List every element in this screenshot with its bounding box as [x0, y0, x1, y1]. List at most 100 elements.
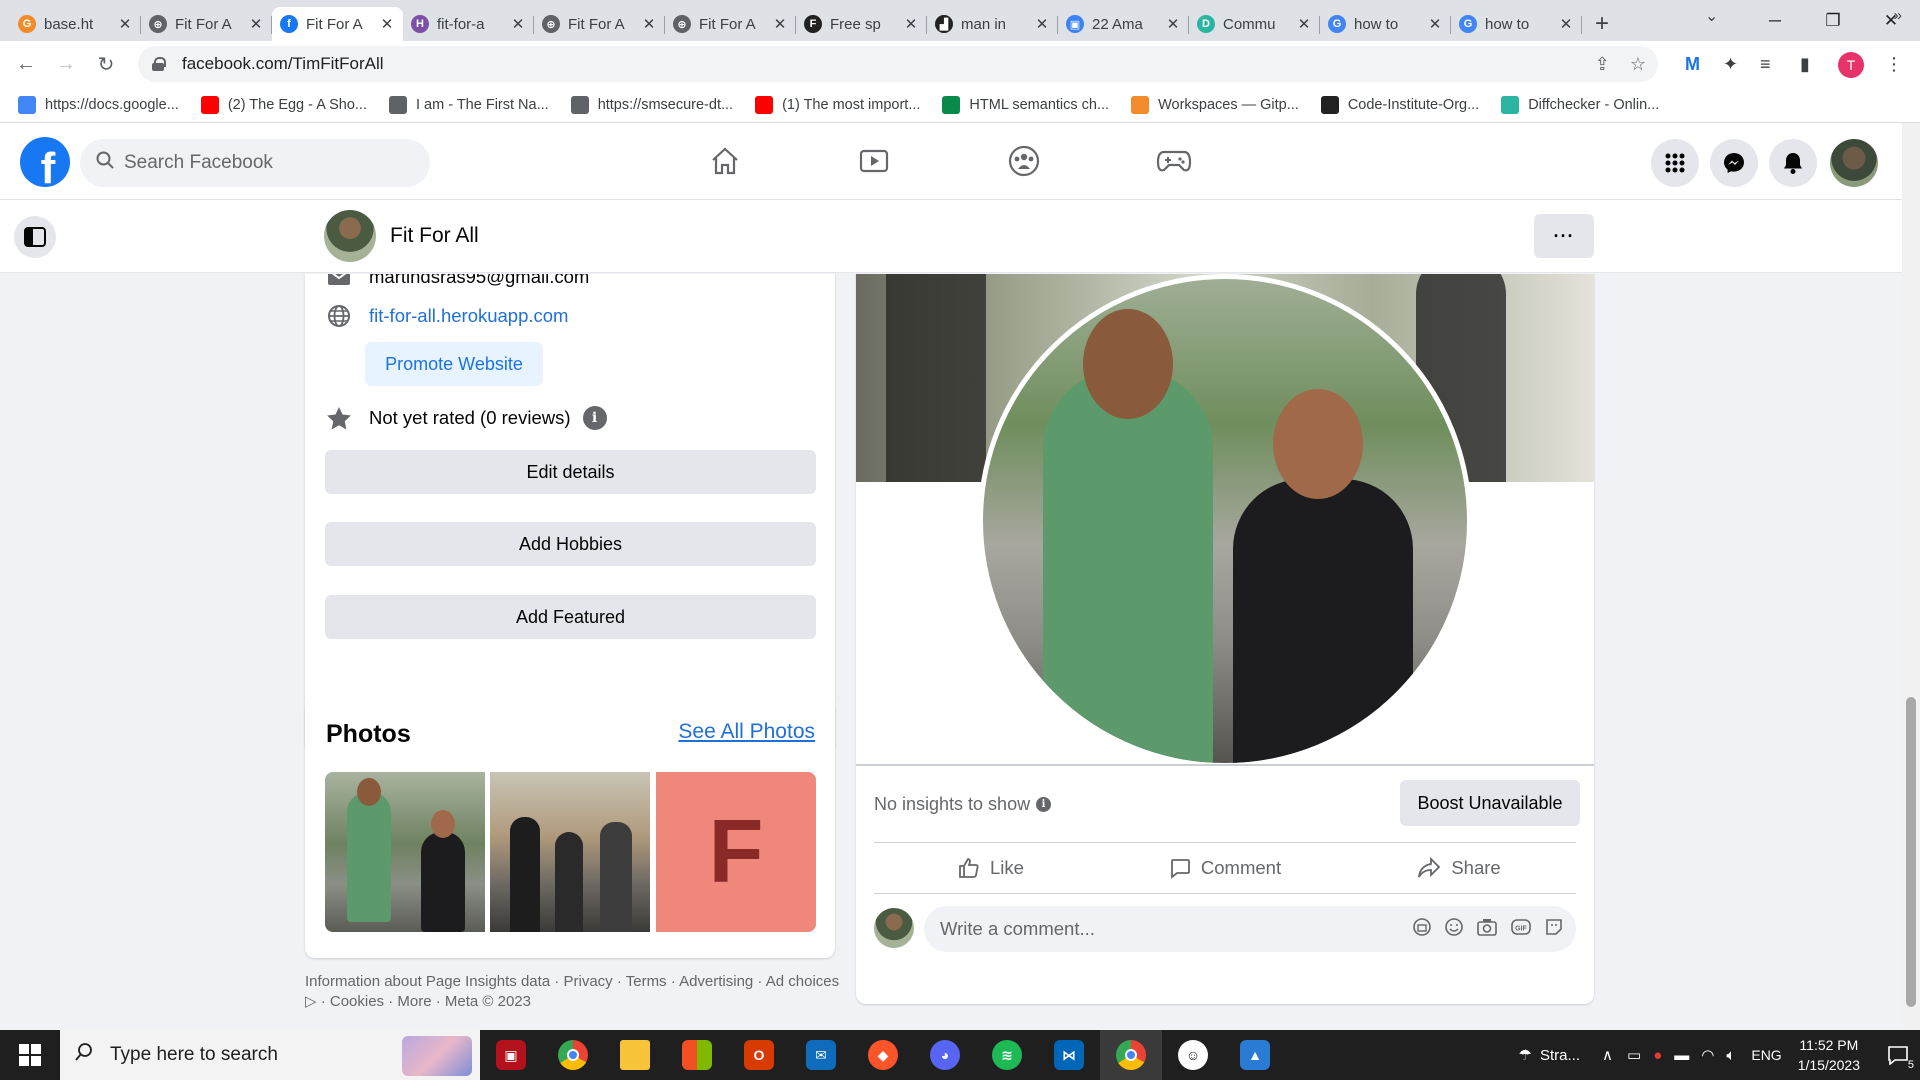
tab-close-icon[interactable]: ✕	[1034, 15, 1050, 33]
tab-close-icon[interactable]: ✕	[641, 15, 657, 33]
browser-tab[interactable]: f Fit For A ✕	[272, 7, 403, 41]
photo-thumbnail[interactable]	[325, 772, 485, 932]
bookmark-item[interactable]: https://smsecure-dt...	[570, 96, 733, 114]
tab-close-icon[interactable]: ✕	[117, 15, 133, 33]
maximize-button[interactable]: ❐	[1804, 0, 1862, 41]
bookmark-item[interactable]: HTML semantics ch...	[942, 96, 1109, 114]
browser-tab[interactable]: ⊕ Fit For A ✕	[665, 7, 796, 41]
taskbar-vscode-icon[interactable]: ⋈	[1038, 1030, 1100, 1080]
comment-button[interactable]: Comment	[1108, 843, 1342, 893]
page-scrollbar[interactable]	[1902, 123, 1920, 1030]
profile-photo[interactable]	[978, 274, 1472, 768]
emoji-icon[interactable]	[1444, 917, 1464, 942]
add-hobbies-button[interactable]: Add Hobbies	[325, 522, 816, 566]
sidebar-toggle-icon[interactable]	[14, 216, 56, 258]
bookmark-item[interactable]: Diffchecker - Onlin...	[1501, 96, 1659, 114]
extensions-puzzle-icon[interactable]: ✦	[1723, 41, 1738, 88]
taskbar-chrome-active-icon[interactable]	[1100, 1030, 1162, 1080]
avatar-sticker-icon[interactable]	[1412, 917, 1432, 942]
tab-close-icon[interactable]: ✕	[1427, 15, 1443, 33]
browser-tab[interactable]: D Commu ✕	[1189, 7, 1320, 41]
taskbar-spotify-icon[interactable]: ≋	[976, 1030, 1038, 1080]
browser-tab[interactable]: Gbase.ht ✕	[10, 7, 141, 41]
bookmark-item[interactable]: Workspaces — Gitp...	[1131, 96, 1299, 114]
clock[interactable]: 11:52 PM 1/15/2023	[1798, 1035, 1860, 1075]
gaming-icon[interactable]	[1150, 137, 1198, 185]
bookmarks-overflow-button[interactable]: »	[1894, 7, 1902, 24]
boost-unavailable-button[interactable]: Boost Unavailable	[1400, 780, 1580, 826]
photo-thumbnail[interactable]	[490, 772, 650, 932]
page-avatar[interactable]	[324, 210, 376, 262]
facebook-logo[interactable]: f	[20, 137, 70, 187]
battery-icon[interactable]: ▬	[1674, 1047, 1689, 1064]
tab-close-icon[interactable]: ✕	[903, 15, 919, 33]
more-options-button[interactable]: ···	[1534, 214, 1594, 258]
info-icon[interactable]: i	[1036, 796, 1052, 812]
taskbar-search-input[interactable]: Type here to search	[60, 1030, 480, 1080]
new-tab-button[interactable]: +	[1582, 7, 1622, 41]
commenter-avatar[interactable]	[874, 908, 914, 948]
tab-close-icon[interactable]: ✕	[1558, 15, 1574, 33]
forward-icon[interactable]: →	[46, 45, 86, 85]
language-indicator[interactable]: ENG	[1751, 1047, 1781, 1063]
share-icon[interactable]: ⇪	[1595, 54, 1610, 75]
address-bar[interactable]: facebook.com/TimFitForAll ⇪ ☆	[138, 46, 1658, 82]
back-icon[interactable]: ←	[6, 45, 46, 85]
promote-website-button[interactable]: Promote Website	[365, 342, 543, 386]
tray-app-icon-2[interactable]: ●	[1653, 1047, 1662, 1064]
bookmark-item[interactable]: (2) The Egg - A Sho...	[200, 96, 367, 114]
tab-close-icon[interactable]: ✕	[379, 15, 395, 33]
bookmark-item[interactable]: Code-Institute-Org...	[1320, 96, 1479, 114]
browser-tab[interactable]: ⊕ Fit For A ✕	[534, 7, 665, 41]
website-link[interactable]: fit-for-all.herokuapp.com	[369, 305, 568, 327]
sticker-icon[interactable]	[1544, 917, 1564, 942]
watch-icon[interactable]	[850, 137, 898, 185]
taskbar-office-icon[interactable]: O	[728, 1030, 790, 1080]
see-all-photos-link[interactable]: See All Photos	[678, 720, 815, 744]
photo-thumbnail[interactable]: F	[656, 772, 816, 932]
home-icon[interactable]	[701, 137, 749, 185]
taskbar-app-red[interactable]: ▣	[480, 1030, 542, 1080]
bookmark-item[interactable]: I am - The First Na...	[389, 96, 549, 114]
bookmark-item[interactable]: (1) The most import...	[755, 96, 920, 114]
taskbar-mail-icon[interactable]: ✉	[790, 1030, 852, 1080]
weather-text[interactable]: Stra...	[1540, 1047, 1580, 1064]
notifications-bell-icon[interactable]	[1769, 139, 1817, 187]
info-icon[interactable]: i	[582, 406, 607, 430]
tab-close-icon[interactable]: ✕	[1165, 15, 1181, 33]
gif-icon[interactable]: GIF	[1510, 917, 1532, 942]
taskbar-brave-icon[interactable]: ◆	[852, 1030, 914, 1080]
tray-app-icon[interactable]: ▭	[1627, 1046, 1641, 1064]
bookmark-item[interactable]: https://docs.google...	[18, 96, 179, 114]
comment-input[interactable]: Write a comment... GIF	[924, 906, 1576, 952]
tab-close-icon[interactable]: ✕	[248, 15, 264, 33]
messenger-icon[interactable]	[1710, 139, 1758, 187]
email-text[interactable]: martindsras95@gmail.com	[369, 274, 589, 288]
bookmark-star-icon[interactable]: ☆	[1630, 54, 1646, 75]
weather-icon[interactable]: ☂	[1519, 1046, 1532, 1064]
browser-tab[interactable]: ▟ man in ✕	[927, 7, 1058, 41]
facebook-search-input[interactable]: Search Facebook	[80, 139, 430, 187]
tab-search-icon[interactable]: ⌄	[1705, 6, 1718, 26]
tab-close-icon[interactable]: ✕	[772, 15, 788, 33]
reload-icon[interactable]: ↻	[86, 45, 126, 85]
volume-icon[interactable]: 🔈︎	[1726, 1047, 1735, 1064]
side-panel-icon[interactable]: ▮	[1800, 41, 1810, 88]
browser-tab[interactable]: ⊕ Fit For A ✕	[141, 7, 272, 41]
like-button[interactable]: Like	[874, 843, 1108, 893]
edit-details-button[interactable]: Edit details	[325, 450, 816, 494]
page-title[interactable]: Fit For All	[390, 224, 479, 248]
extension-m-icon[interactable]: M	[1685, 41, 1700, 88]
chrome-menu-icon[interactable]: ⋮	[1885, 41, 1903, 88]
taskbar-chrome-icon[interactable]	[542, 1030, 604, 1080]
tab-close-icon[interactable]: ✕	[510, 15, 526, 33]
browser-tab[interactable]: ▣ 22 Ama ✕	[1058, 7, 1189, 41]
browser-tab[interactable]: Ghow to ✕	[1320, 7, 1451, 41]
groups-icon[interactable]	[1000, 137, 1048, 185]
taskbar-emoji-app-icon[interactable]: ☺	[1162, 1030, 1224, 1080]
camera-icon[interactable]	[1476, 917, 1498, 942]
windows-start-icon[interactable]	[0, 1030, 60, 1080]
close-window-button[interactable]: ✕	[1862, 0, 1920, 41]
share-button[interactable]: Share	[1342, 843, 1576, 893]
add-featured-button[interactable]: Add Featured	[325, 595, 816, 639]
